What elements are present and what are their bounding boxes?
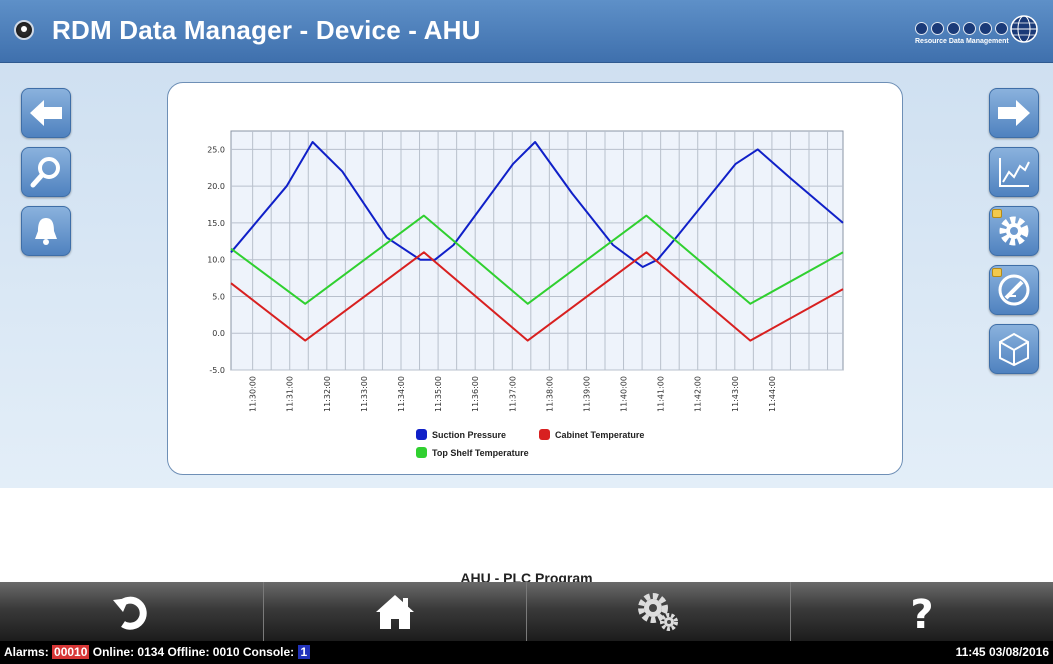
gear-icon <box>999 216 1029 246</box>
legend-item-cabinet: Cabinet Temperature <box>539 429 644 440</box>
x-tick-label: 11:36:00 <box>471 376 480 412</box>
bell-icon <box>35 218 57 245</box>
cube-icon <box>999 332 1029 367</box>
x-tick-label: 11:44:00 <box>768 376 777 412</box>
house-icon <box>375 594 414 629</box>
offline-count: Offline: 0010 <box>167 645 240 659</box>
cube-button[interactable] <box>989 324 1039 374</box>
y-tick-label: -5.0 <box>209 366 225 375</box>
x-tick-label: 11:37:00 <box>508 376 517 412</box>
graph-button[interactable] <box>989 147 1039 197</box>
help-button[interactable]: ? <box>791 582 1053 641</box>
override-button[interactable] <box>989 265 1039 315</box>
rdm-logo: Resource Data Management <box>915 14 1039 50</box>
x-tick-label: 11:35:00 <box>434 376 443 412</box>
legend-swatch-green <box>416 447 427 458</box>
question-mark-icon: ? <box>910 592 933 632</box>
system-settings-button[interactable] <box>527 582 791 641</box>
status-bar: Alarms: 00010 Online: 0134 Offline: 0010… <box>0 641 1053 664</box>
online-count: Online: 0134 <box>92 645 165 659</box>
refresh-button[interactable] <box>0 582 264 641</box>
alarms-count[interactable]: 00010 <box>52 645 90 659</box>
lock-icon <box>992 209 1002 218</box>
console-value: 1 <box>297 645 311 659</box>
legend-label: Suction Pressure <box>432 429 507 440</box>
legend-item-topshelf: Top Shelf Temperature <box>416 447 529 458</box>
x-tick-label: 11:31:00 <box>286 376 295 412</box>
x-tick-label: 11:42:00 <box>694 376 703 412</box>
app-header: RDM Data Manager - Device - AHU Resource… <box>0 0 1053 63</box>
legend-swatch-red <box>539 429 550 440</box>
console-label: Console: <box>242 645 295 659</box>
y-tick-label: 20.0 <box>207 182 225 191</box>
settings-button[interactable] <box>989 206 1039 256</box>
refresh-icon <box>113 596 147 630</box>
legend-label: Cabinet Temperature <box>555 429 645 440</box>
datetime: 11:45 03/08/2016 <box>955 645 1049 659</box>
x-tick-label: 11:33:00 <box>360 376 369 412</box>
bottom-nav: ? <box>0 582 1053 641</box>
x-tick-label: 11:30:00 <box>249 376 258 412</box>
edit-circle-icon <box>998 274 1030 306</box>
legend-label: Top Shelf Temperature <box>432 447 529 458</box>
y-tick-label: 10.0 <box>207 256 225 265</box>
line-chart: 25.0 20.0 15.0 10.0 5.0 0.0 -5.0 11:30:00 11:31:… <box>207 130 844 412</box>
content-panel: 25.0 20.0 15.0 10.0 5.0 0.0 -5.0 11:30:00 11:31:… <box>0 63 1053 488</box>
search-button[interactable] <box>21 147 71 197</box>
y-tick-label: 0.0 <box>212 329 225 338</box>
globe-icon <box>1010 15 1038 43</box>
line-graph-icon <box>999 158 1030 187</box>
svg-text:?: ? <box>910 592 933 632</box>
back-button[interactable] <box>21 88 71 138</box>
legend-item-suction: Suction Pressure <box>416 429 506 440</box>
x-tick-label: 11:38:00 <box>545 376 554 412</box>
magnifier-icon <box>30 157 60 188</box>
x-tick-label: 11:40:00 <box>620 376 629 412</box>
alarm-button[interactable] <box>21 206 71 256</box>
content-footer: AHU - PLC Program <box>0 488 1053 586</box>
x-tick-label: 11:32:00 <box>323 376 332 412</box>
page-title: RDM Data Manager - Device - AHU <box>52 15 481 45</box>
y-tick-label: 25.0 <box>207 145 225 154</box>
gears-icon <box>638 592 679 631</box>
y-tick-label: 15.0 <box>207 219 225 228</box>
legend-swatch-blue <box>416 429 427 440</box>
arrow-left-icon <box>30 100 62 126</box>
alarms-label: Alarms: <box>4 645 49 659</box>
logo-text: Resource Data Management <box>915 38 1009 45</box>
x-tick-label: 11:39:00 <box>582 376 591 412</box>
home-button[interactable] <box>264 582 527 641</box>
arrow-right-icon <box>998 100 1030 126</box>
x-tick-label: 11:34:00 <box>397 376 406 412</box>
forward-button[interactable] <box>989 88 1039 138</box>
y-tick-label: 5.0 <box>212 292 225 301</box>
x-tick-label: 11:41:00 <box>657 376 666 412</box>
lock-icon <box>992 268 1002 277</box>
x-tick-label: 11:43:00 <box>731 376 740 412</box>
chart-card: 25.0 20.0 15.0 10.0 5.0 0.0 -5.0 11:30:00 11:31:… <box>167 82 903 475</box>
home-icon[interactable] <box>14 20 34 40</box>
